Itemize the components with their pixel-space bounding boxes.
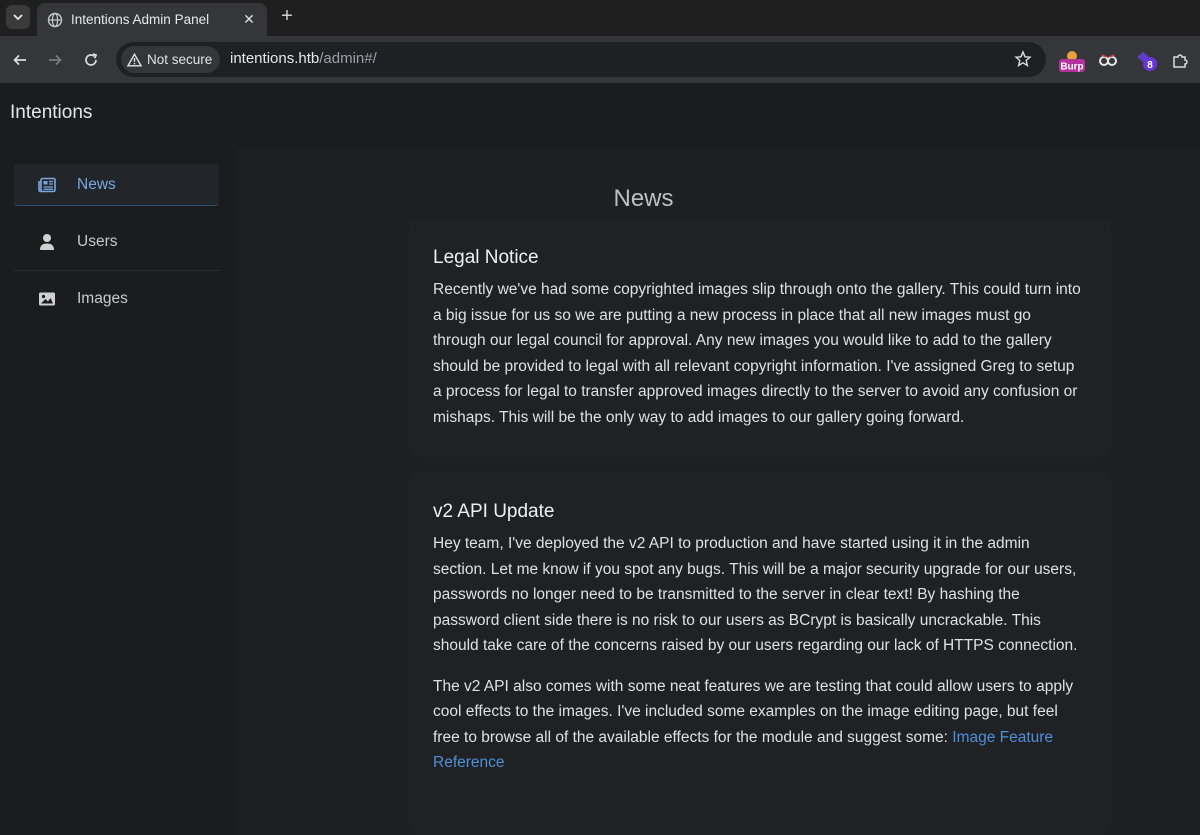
post-body: Hey team, I've deployed the v2 API to pr… bbox=[433, 535, 1078, 654]
post-body-with-link: The v2 API also comes with some neat fea… bbox=[433, 674, 1087, 776]
url-text[interactable]: intentions.htb/admin#/ bbox=[230, 50, 377, 67]
burp-extension-icon[interactable]: Burp bbox=[1058, 50, 1086, 73]
security-label: Not secure bbox=[147, 52, 213, 67]
browser-tab-active[interactable]: Intentions Admin Panel ✕ bbox=[37, 3, 267, 36]
page-title: News bbox=[613, 185, 674, 212]
tab-search-button[interactable] bbox=[6, 5, 30, 29]
new-tab-button[interactable]: + bbox=[277, 6, 297, 26]
globe-icon bbox=[47, 12, 63, 28]
post-title: v2 API Update bbox=[433, 501, 555, 522]
chevron-down-icon bbox=[13, 14, 23, 21]
puzzle-extensions-icon[interactable] bbox=[1170, 50, 1190, 72]
reload-icon bbox=[85, 53, 98, 66]
sidebar-item-images[interactable]: Images bbox=[14, 278, 219, 320]
post-title: Legal Notice bbox=[433, 247, 539, 268]
sidebar-item-users[interactable]: Users bbox=[14, 221, 221, 271]
sidebar-item-label: Users bbox=[77, 233, 118, 250]
arrow-left-icon bbox=[13, 54, 26, 66]
address-bar[interactable]: Not secure intentions.htb/admin#/ bbox=[116, 42, 1046, 77]
back-button[interactable] bbox=[8, 48, 32, 72]
bookmark-star-icon[interactable] bbox=[1014, 50, 1032, 73]
tab-title: Intentions Admin Panel bbox=[71, 12, 210, 27]
glasses-extension-icon[interactable] bbox=[1097, 50, 1119, 72]
url-path: /admin#/ bbox=[319, 50, 377, 67]
url-host: intentions.htb bbox=[230, 50, 320, 67]
wappalyzer-badge: 8 bbox=[1147, 60, 1153, 71]
post-body: Recently we've had some copyrighted imag… bbox=[433, 281, 1081, 426]
forward-button[interactable] bbox=[43, 48, 67, 72]
brand-title: Intentions bbox=[10, 102, 93, 123]
sidebar-item-label: Images bbox=[77, 290, 128, 307]
admin-page: Intentions News Users Images News Legal … bbox=[0, 83, 1200, 835]
warning-icon bbox=[127, 52, 142, 66]
news-post-v2-api-update: v2 API Update Hey team, I've deployed th… bbox=[409, 473, 1111, 835]
main-content: News Legal Notice Recently we've had som… bbox=[237, 149, 1200, 835]
arrow-right-icon bbox=[49, 54, 62, 66]
security-indicator[interactable]: Not secure bbox=[121, 46, 221, 73]
tab-close-icon[interactable]: ✕ bbox=[241, 11, 257, 28]
wappalyzer-extension-icon[interactable]: 8 bbox=[1134, 50, 1160, 72]
reload-button[interactable] bbox=[79, 48, 103, 72]
news-post-legal-notice: Legal Notice Recently we've had some cop… bbox=[409, 219, 1111, 457]
browser-tabstrip: Intentions Admin Panel ✕ + bbox=[0, 0, 1200, 36]
image-icon bbox=[38, 290, 56, 308]
browser-toolbar: Not secure intentions.htb/admin#/ Burp 8 bbox=[0, 36, 1200, 83]
user-icon bbox=[38, 233, 56, 251]
burp-badge: Burp bbox=[1060, 62, 1083, 73]
